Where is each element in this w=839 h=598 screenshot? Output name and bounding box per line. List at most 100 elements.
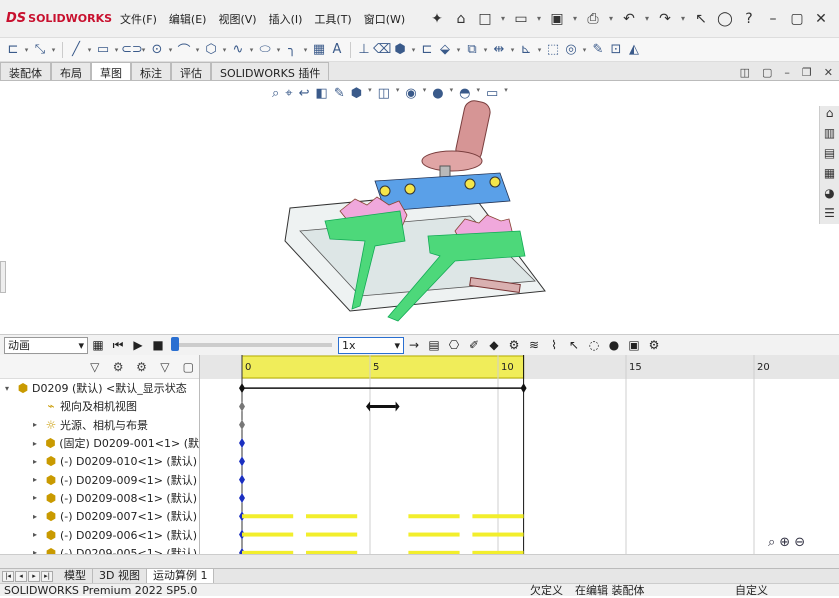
prev-tab-icon[interactable]: ◂: [15, 570, 27, 582]
chevron-down-icon[interactable]: ▾: [112, 46, 121, 54]
tab-motion-study[interactable]: 运动算例 1: [146, 568, 215, 584]
chevron-down-icon[interactable]: ▾: [409, 46, 418, 54]
expand-arrow-icon[interactable]: ▸: [28, 512, 42, 521]
filter-animated-icon[interactable]: ▽: [84, 360, 105, 374]
last-tab-icon[interactable]: ▸|: [41, 570, 53, 582]
chevron-down-icon[interactable]: ▾: [85, 46, 94, 54]
chevron-down-icon[interactable]: ▾: [535, 46, 544, 54]
doc-tile-icon[interactable]: ▢: [762, 66, 772, 79]
display-relations-icon[interactable]: ⊾: [517, 42, 535, 57]
arc-icon[interactable]: ⌒: [175, 40, 193, 59]
tree-row[interactable]: ▸ ⬢ (固定) D0209-001<1> (默: [0, 434, 199, 452]
panel-collapse-handle[interactable]: [0, 261, 6, 293]
scene-icon[interactable]: ◓: [459, 86, 470, 101]
chevron-down-icon[interactable]: ▾: [139, 46, 148, 54]
horizontal-scrollbar[interactable]: [0, 554, 839, 568]
cube-icon[interactable]: ⬢: [391, 42, 409, 57]
results-icon[interactable]: ▣: [624, 338, 644, 352]
chevron-down-icon[interactable]: ▾: [301, 46, 310, 54]
gravity-icon[interactable]: ●: [604, 338, 624, 352]
tree-row[interactable]: ▸ ☼ 光源、相机与布景: [0, 416, 199, 434]
expand-arrow-icon[interactable]: ▸: [28, 420, 42, 429]
rapid-sketch-icon[interactable]: ✎: [589, 42, 607, 57]
play-from-start-icon[interactable]: ⏮: [108, 338, 128, 353]
account-icon[interactable]: ◯: [715, 11, 735, 27]
expand-arrow-icon[interactable]: ▸: [28, 493, 42, 502]
expand-arrow-icon[interactable]: ▸: [28, 475, 42, 484]
menu-window[interactable]: 窗口(W): [358, 11, 411, 27]
tab-sketch[interactable]: 草图: [91, 62, 131, 80]
expand-arrow-icon[interactable]: ▾: [0, 384, 14, 393]
chevron-down-icon[interactable]: ▾: [166, 46, 175, 54]
dynamic-annotation-icon[interactable]: ✎: [334, 86, 345, 101]
zoom-in-icon[interactable]: ⊕: [779, 535, 790, 550]
chevron-down-icon[interactable]: ▾: [220, 46, 229, 54]
calculate-icon[interactable]: ▦: [88, 338, 108, 352]
chevron-down-icon[interactable]: ▾: [481, 46, 490, 54]
appearances-icon[interactable]: ◕: [820, 186, 839, 204]
tree-row[interactable]: ▸ ⬢ (-) D0209-008<1> (默认): [0, 489, 199, 507]
timeline-area[interactable]: 0 5 10 15 20: [200, 355, 839, 568]
move-icon[interactable]: ⇹: [490, 42, 508, 57]
open-icon[interactable]: ▭: [511, 11, 531, 27]
chevron-down-icon[interactable]: ▾: [571, 14, 579, 23]
zoom-fit-icon[interactable]: ⌕: [272, 86, 279, 101]
chevron-down-icon[interactable]: ▾: [643, 14, 651, 23]
previous-view-icon[interactable]: ↩: [299, 86, 310, 101]
filter-driving-icon[interactable]: ⚙: [107, 360, 128, 374]
menu-file[interactable]: 文件(F): [114, 11, 163, 27]
chevron-down-icon[interactable]: ▾: [368, 86, 372, 101]
polygon-icon[interactable]: ⬡: [202, 42, 220, 57]
shaded-sketch-icon[interactable]: ◭: [625, 42, 643, 57]
doc-restore-icon[interactable]: ◫: [740, 66, 750, 79]
quick-snaps-icon[interactable]: ◎: [562, 42, 580, 57]
custom-properties-icon[interactable]: ☰: [820, 206, 839, 224]
assembly-model[interactable]: [0, 81, 839, 334]
chevron-down-icon[interactable]: ▾: [508, 46, 517, 54]
chevron-down-icon[interactable]: ▾: [247, 46, 256, 54]
home-icon[interactable]: ⌂: [451, 11, 471, 27]
view-palette-icon[interactable]: ▦: [820, 166, 839, 184]
tab-model[interactable]: 模型: [58, 568, 93, 584]
text-icon[interactable]: A: [328, 42, 346, 57]
zoom-to-fit-icon[interactable]: ⌕: [768, 535, 775, 550]
circle-icon[interactable]: ⊙: [148, 42, 166, 57]
chevron-down-icon[interactable]: ▾: [193, 46, 202, 54]
tab-assembly[interactable]: 装配体: [0, 62, 51, 80]
expand-arrow-icon[interactable]: ▸: [28, 439, 42, 448]
tree-row[interactable]: ▸ ⬢ (-) D0209-009<1> (默认): [0, 470, 199, 488]
maximize-icon[interactable]: ▢: [787, 11, 807, 27]
rectangle-icon[interactable]: ▭: [94, 42, 112, 57]
view-settings-icon[interactable]: ▭: [486, 86, 498, 101]
filter-results-icon[interactable]: ▽: [154, 360, 175, 374]
sketch-line-icon[interactable]: ╱: [67, 42, 85, 57]
study-type-select[interactable]: 动画 ▾: [4, 336, 88, 354]
relations-icon[interactable]: ⊥: [355, 42, 373, 57]
menu-insert[interactable]: 插入(I): [263, 11, 309, 27]
motor-icon[interactable]: ⚙: [504, 338, 524, 352]
help-icon[interactable]: ?: [739, 11, 759, 27]
save-animation-icon[interactable]: ▤: [424, 338, 444, 352]
chevron-down-icon[interactable]: ▾: [580, 46, 589, 54]
chevron-down-icon[interactable]: ▾: [454, 46, 463, 54]
trim-icon[interactable]: ⌫: [373, 42, 391, 57]
plane-icon[interactable]: ▦: [310, 42, 328, 57]
pin-icon[interactable]: ✦: [427, 11, 447, 27]
expand-arrow-icon[interactable]: ▸: [28, 457, 42, 466]
tab-3d-view[interactable]: 3D 视图: [93, 568, 147, 584]
chevron-down-icon[interactable]: ▾: [607, 14, 615, 23]
playback-mode-icon[interactable]: →: [404, 338, 424, 352]
expand-arrow-icon[interactable]: ▸: [28, 530, 42, 539]
autokey-icon[interactable]: ✐: [464, 338, 484, 352]
chevron-down-icon[interactable]: ▾: [274, 46, 283, 54]
chevron-down-icon[interactable]: ▾: [396, 86, 400, 101]
design-library-icon[interactable]: ▥: [820, 126, 839, 144]
minimize-icon[interactable]: –: [763, 11, 783, 27]
menu-view[interactable]: 视图(V): [212, 11, 262, 27]
repair-icon[interactable]: ⬚: [544, 42, 562, 57]
appearance-icon[interactable]: ●: [432, 86, 443, 101]
offset-icon[interactable]: ⊏: [418, 42, 436, 57]
spring-icon[interactable]: ≋: [524, 338, 544, 352]
stop-icon[interactable]: ■: [148, 338, 168, 352]
doc-minimize-icon[interactable]: –: [784, 66, 790, 79]
